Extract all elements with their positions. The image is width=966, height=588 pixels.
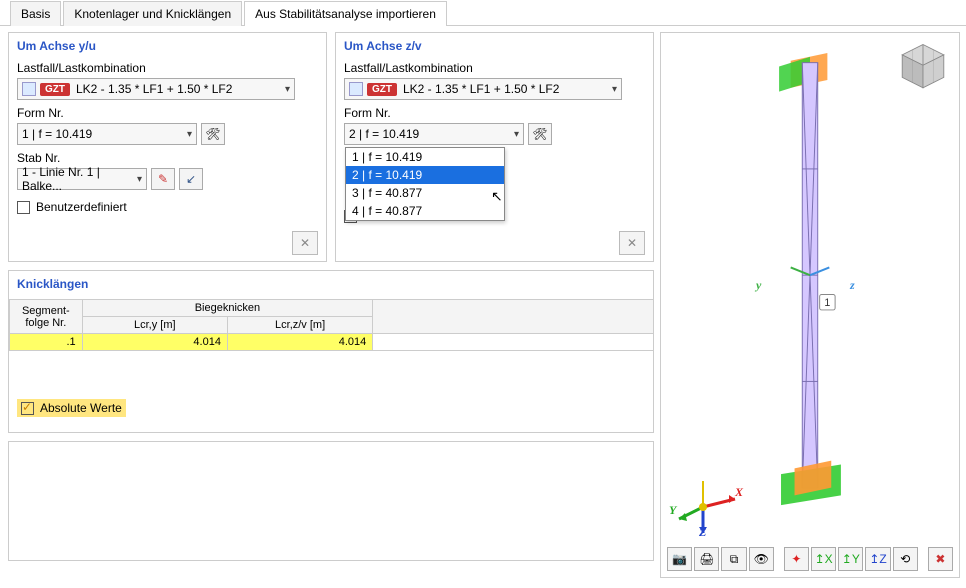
badge-gzt-z: GZT xyxy=(367,83,397,96)
vp-btn-axes-z[interactable]: ↥Z xyxy=(865,547,890,571)
label-loadcase-y: Lastfall/Lastkombination xyxy=(17,61,318,75)
label-loadcase-z: Lastfall/Lastkombination xyxy=(344,61,645,75)
view-cube[interactable] xyxy=(897,41,949,93)
axis-x-icon: ↥X xyxy=(815,552,833,566)
stab-value-y: 1 - Linie Nr. 1 | Balke... xyxy=(22,165,133,193)
viewport-toolbar: 📷 🖨 ⧉ 👁 ✦ ↥X ↥Y ↥Z ⟲ ✖ xyxy=(667,547,953,571)
hammer-icon: 🛠 xyxy=(205,127,220,141)
form-z-option-4[interactable]: 4 | f = 40.877 xyxy=(346,202,504,220)
panel-knicklaengen: Knicklängen Segment- folge Nr. Biegeknic… xyxy=(8,270,654,433)
cell-seg: .1 xyxy=(10,334,83,351)
checkbox-absolute-label: Absolute Werte xyxy=(40,401,122,415)
wand-icon: ✎ xyxy=(158,172,168,186)
loadcase-value-y: LK2 - 1.35 * LF1 + 1.50 * LF2 xyxy=(76,82,232,96)
form-z-dropdown: 1 | f = 10.419 2 | f = 10.419 3 | f = 40… xyxy=(345,147,505,221)
panel-axis-y: Um Achse y/u Lastfall/Lastkombination GZ… xyxy=(8,32,327,262)
axis-y-label: y xyxy=(756,278,761,293)
rotate-icon: ⟲ xyxy=(900,552,910,566)
axis-y-icon: ↥Y xyxy=(842,552,860,566)
checkbox-absolute-werte[interactable]: Absolute Werte xyxy=(21,401,122,415)
select-form-y[interactable]: 1 | f = 10.419 ▾ xyxy=(17,123,197,145)
chevron-down-icon: ▾ xyxy=(137,174,142,185)
select-loadcase-z[interactable]: GZT LK2 - 1.35 * LF1 + 1.50 * LF2 ▾ xyxy=(344,78,622,100)
camera-icon: 📷 xyxy=(672,552,687,566)
label-stab-y: Stab Nr. xyxy=(17,151,318,165)
panel-tool-button-z[interactable]: ✕ xyxy=(619,231,645,255)
hammer-icon: 🛠 xyxy=(532,127,547,141)
panel-tool-button-y[interactable]: ✕ xyxy=(292,231,318,255)
axes-icon: ✦ xyxy=(791,552,801,566)
vp-btn-view1[interactable]: 📷 xyxy=(667,547,692,571)
form-z-option-1[interactable]: 1 | f = 10.419 xyxy=(346,148,504,166)
select-stab-y[interactable]: 1 - Linie Nr. 1 | Balke... ▾ xyxy=(17,168,147,190)
panel-axis-z: Um Achse z/v Lastfall/Lastkombination GZ… xyxy=(335,32,654,262)
tab-basis[interactable]: Basis xyxy=(10,1,61,26)
axis-z-label: z xyxy=(850,278,855,293)
axis-z-icon: ↥Z xyxy=(869,552,886,566)
cell-empty xyxy=(373,334,653,351)
svg-text:1: 1 xyxy=(824,297,830,309)
cell-lcrz: 4.014 xyxy=(227,334,372,351)
cell-lcry: 4.014 xyxy=(82,334,227,351)
tab-import-stability[interactable]: Aus Stabilitätsanalyse importieren xyxy=(244,1,447,26)
vp-btn-rot[interactable]: ⟲ xyxy=(893,547,918,571)
chevron-down-icon: ▾ xyxy=(514,129,519,140)
loadcase-color-icon xyxy=(349,82,363,96)
label-form-y: Form Nr. xyxy=(17,106,318,120)
col-segment: Segment- folge Nr. xyxy=(10,300,83,334)
vp-btn-eye[interactable]: 👁 xyxy=(749,547,774,571)
tab-knoten[interactable]: Knotenlager und Knicklängen xyxy=(63,1,242,26)
sliders-icon: ✕ xyxy=(300,236,310,250)
checkbox-userdef-y-label: Benutzerdefiniert xyxy=(36,200,127,214)
form-tool-button-z[interactable]: 🛠 xyxy=(528,123,552,145)
viewport-3d[interactable]: 1 y z X Y Z xyxy=(660,32,960,578)
display-icon: ⧉ xyxy=(730,552,739,567)
axis-Y-label: Y xyxy=(669,503,676,518)
stab-pick-button[interactable]: ✎ xyxy=(151,168,175,190)
form-z-option-2[interactable]: 2 | f = 10.419 xyxy=(346,166,504,184)
col-lcry: Lcr,y [m] xyxy=(82,317,227,334)
table-row[interactable]: .1 4.014 4.014 xyxy=(10,334,654,351)
model-column: 1 y z xyxy=(750,53,870,507)
label-form-z: Form Nr. xyxy=(344,106,645,120)
panel-title-knick: Knicklängen xyxy=(9,275,653,299)
form-value-z: 2 | f = 10.419 xyxy=(349,127,419,141)
eye-icon: 👁 xyxy=(754,552,769,566)
form-z-option-3[interactable]: 3 | f = 40.877 xyxy=(346,184,504,202)
panel-title-axis-z: Um Achse z/v xyxy=(344,39,645,53)
loadcase-color-icon xyxy=(22,82,36,96)
vp-btn-axes-x[interactable]: ↥X xyxy=(811,547,836,571)
axis-triad: X Y Z xyxy=(673,467,743,537)
col-empty xyxy=(373,300,653,334)
vp-btn-axes-y[interactable]: ↥Y xyxy=(838,547,863,571)
axis-Z-label: Z xyxy=(699,525,706,540)
chevron-down-icon: ▾ xyxy=(285,84,290,95)
tab-bar: Basis Knotenlager und Knicklängen Aus St… xyxy=(0,0,966,26)
sliders-icon: ✕ xyxy=(627,236,637,250)
select-form-z[interactable]: 2 | f = 10.419 ▾ 1 | f = 10.419 2 | f = … xyxy=(344,123,524,145)
axis-X-label: X xyxy=(735,485,743,500)
chevron-down-icon: ▾ xyxy=(612,84,617,95)
panel-title-axis-y: Um Achse y/u xyxy=(17,39,318,53)
panel-blank xyxy=(8,441,654,561)
form-value-y: 1 | f = 10.419 xyxy=(22,127,92,141)
stab-member-button[interactable]: ↙ xyxy=(179,168,203,190)
vp-btn-close[interactable]: ✖ xyxy=(928,547,953,571)
vp-btn-display[interactable]: ⧉ xyxy=(721,547,746,571)
vp-btn-axes1[interactable]: ✦ xyxy=(784,547,809,571)
table-knick: Segment- folge Nr. Biegeknicken Lcr,y [m… xyxy=(9,299,653,351)
printer-icon: 🖨 xyxy=(699,552,714,566)
member-icon: ↙ xyxy=(186,172,196,186)
badge-gzt-y: GZT xyxy=(40,83,70,96)
col-lcrz: Lcr,z/v [m] xyxy=(227,317,372,334)
col-group-biegeknicken: Biegeknicken xyxy=(82,300,373,317)
form-tool-button-y[interactable]: 🛠 xyxy=(201,123,225,145)
select-loadcase-y[interactable]: GZT LK2 - 1.35 * LF1 + 1.50 * LF2 ▾ xyxy=(17,78,295,100)
checkbox-userdef-y[interactable]: Benutzerdefiniert xyxy=(17,200,127,214)
vp-btn-print[interactable]: 🖨 xyxy=(694,547,719,571)
chevron-down-icon: ▾ xyxy=(187,129,192,140)
close-icon: ✖ xyxy=(935,552,945,566)
loadcase-value-z: LK2 - 1.35 * LF1 + 1.50 * LF2 xyxy=(403,82,559,96)
